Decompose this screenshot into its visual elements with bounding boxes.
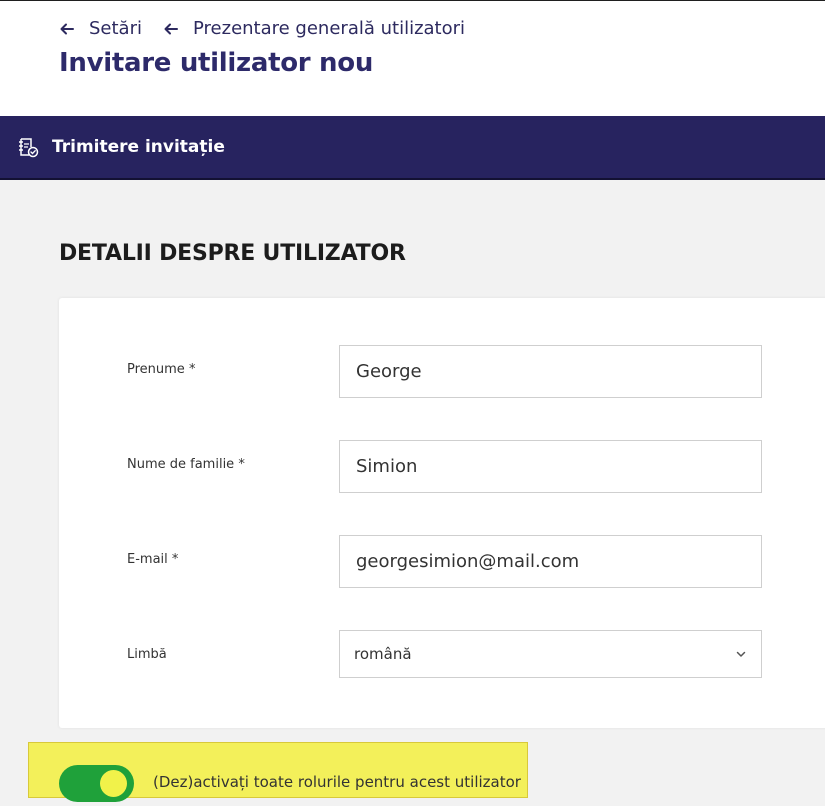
first-name-label: Prenume * — [127, 362, 196, 377]
form-row-email: E-mail * — [59, 535, 825, 588]
tab-bar: Trimitere invitație — [0, 116, 825, 180]
arrow-left-icon — [60, 23, 74, 34]
roles-toggle-label: (Dez)activați toate rolurile pentru aces… — [153, 773, 521, 791]
breadcrumb-label: Setări — [89, 18, 142, 39]
language-select[interactable]: română — [339, 630, 762, 678]
language-label: Limbă — [127, 647, 167, 662]
form-row-language: Limbă română — [59, 630, 825, 682]
email-input[interactable] — [339, 535, 762, 588]
toggle-knob — [100, 770, 127, 797]
form-row-last-name: Nume de familie * — [59, 440, 825, 493]
email-label: E-mail * — [127, 552, 179, 567]
first-name-input[interactable] — [339, 345, 762, 398]
section-title: DETALII DESPRE UTILIZATOR — [59, 241, 406, 266]
breadcrumb-settings[interactable]: Setări — [60, 18, 142, 39]
page-title: Invitare utilizator nou — [59, 48, 374, 78]
breadcrumb-label: Prezentare generală utilizatori — [193, 18, 466, 39]
last-name-input[interactable] — [339, 440, 762, 493]
chevron-down-icon — [736, 651, 746, 657]
page-header: Setări Prezentare generală utilizatori I… — [0, 1, 825, 116]
form-row-first-name: Prenume * — [59, 345, 825, 398]
tab-label: Trimitere invitație — [52, 137, 225, 157]
arrow-left-icon — [164, 23, 178, 34]
breadcrumb: Setări Prezentare generală utilizatori — [60, 18, 465, 39]
roles-toggle-switch[interactable] — [59, 765, 134, 802]
language-selected-value: română — [354, 645, 412, 663]
user-details-card: Prenume * Nume de familie * E-mail * Lim… — [59, 298, 825, 728]
roles-toggle-highlight: (Dez)activați toate rolurile pentru aces… — [28, 742, 528, 802]
tab-send-invitation[interactable]: Trimitere invitație — [0, 116, 225, 178]
invitation-document-icon — [19, 138, 39, 158]
last-name-label: Nume de familie * — [127, 457, 245, 472]
breadcrumb-users-overview[interactable]: Prezentare generală utilizatori — [164, 18, 465, 39]
